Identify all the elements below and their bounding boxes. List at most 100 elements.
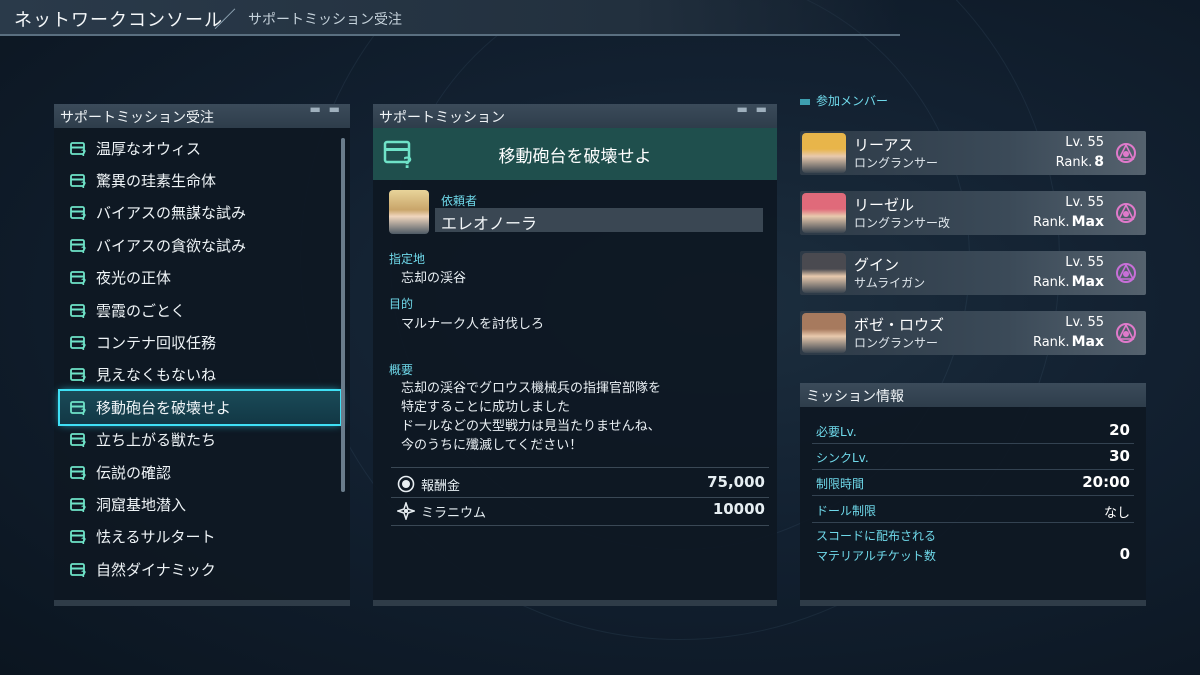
- mission-list-item-label: コンテナ回収任務: [96, 334, 217, 353]
- party-member-card[interactable]: グイン サムライガン Lv. 55 Rank. Max: [800, 251, 1146, 295]
- mission-list-item-label: 見えなくもないね: [96, 366, 217, 385]
- objective-value: マルナーク人を討伐しろ: [401, 317, 545, 332]
- mission-list-item-label: 驚異の珪素生命体: [96, 172, 217, 191]
- mission-list-item[interactable]: ? 見えなくもないね: [60, 359, 340, 391]
- mission-list-item[interactable]: ? バイアスの貪欲な試み: [60, 229, 340, 261]
- mission-list-item-label: 移動砲台を破壊せよ: [96, 398, 232, 417]
- mission-list-item[interactable]: ? 雲霞のごとく: [60, 294, 340, 326]
- mission-list-item-label: 自然ダイナミック: [96, 560, 216, 579]
- party-member-card[interactable]: リーアス ロングランサー Lv. 55 Rank. 8: [800, 131, 1146, 175]
- member-class: ロングランサー: [854, 156, 939, 170]
- client-label: 依頼者: [441, 194, 478, 208]
- summary-line: ドールなどの大型戦力は見当たりませんね、: [401, 419, 661, 434]
- objective-label: 目的: [389, 297, 414, 311]
- scrollbar-thumb[interactable]: [341, 138, 345, 492]
- header-bar: ネットワークコンソール ／ サポートミッション受注: [0, 0, 900, 36]
- svg-text:?: ?: [81, 246, 86, 253]
- mission-list-item[interactable]: ? 自然ダイナミック: [60, 553, 340, 585]
- mission-list-item-label: バイアスの無謀な試み: [96, 204, 247, 223]
- svg-text:?: ?: [81, 537, 86, 544]
- svg-text:?: ?: [81, 149, 86, 156]
- mission-list-panel: サポートミッション受注 ▬ ▬ ? 温厚なオウィス? 驚異の珪素生命体? バイアスの無…: [54, 102, 350, 606]
- mission-title: 移動砲台を破壊せよ: [498, 147, 652, 167]
- mission-chest-icon: ?: [70, 562, 86, 577]
- member-level: Lv. 55: [1065, 315, 1104, 330]
- reward-miranium-value: 10000: [712, 500, 765, 518]
- info-row-sync-level: シンクLv. 30: [816, 447, 1130, 465]
- party-member-card[interactable]: ボゼ・ロウズ ロングランサー Lv. 55 Rank. Max: [800, 311, 1146, 355]
- mission-chest-icon: ?: [70, 271, 86, 285]
- svg-text:?: ?: [81, 278, 86, 285]
- mission-list-item[interactable]: ? 伝説の確認: [60, 456, 340, 488]
- location-label: 指定地: [389, 252, 426, 266]
- mission-list-item[interactable]: ? バイアスの無謀な試み: [60, 197, 340, 229]
- reward-miranium-label: ミラニウム: [421, 506, 487, 521]
- mission-list-item[interactable]: ? 洞窟基地潜入: [60, 488, 340, 520]
- member-class: サムライガン: [854, 276, 926, 290]
- member-name: リーゼル: [854, 196, 915, 214]
- reward-money-value: 75,000: [707, 473, 765, 491]
- reward-miranium-row: ミラニウム 10000: [395, 498, 765, 524]
- mission-chest-icon: ?: [70, 238, 86, 253]
- panel-title: サポートミッション: [379, 110, 505, 126]
- info-row-time-limit: 制限時間 20:00: [816, 473, 1130, 491]
- summary-line: 忘却の渓谷でグロウス機械兵の指揮官部隊を: [401, 381, 662, 396]
- mission-list-item[interactable]: ? 立ち上がる獣たち: [60, 424, 340, 456]
- info-row-material-tickets: スコードに配布される マテリアルチケット数 0: [816, 529, 1130, 563]
- svg-text:?: ?: [81, 343, 86, 350]
- panel-header: サポートミッション受注 ▬ ▬: [54, 102, 350, 128]
- reward-money-row: 報酬金 75,000: [395, 471, 765, 497]
- panel-title: サポートミッション受注: [60, 110, 214, 126]
- mission-info-panel: ミッション情報 必要Lv. 20 シンクLv. 30 制限時間 20:00 ドール制限…: [800, 383, 1146, 606]
- info-row-doll-restriction: ドール制限 なし: [816, 504, 1130, 521]
- info-row-required-level: 必要Lv. 20: [816, 421, 1130, 439]
- mission-title-bar: ? 移動砲台を破壊せよ: [373, 128, 777, 180]
- class-emblem-icon: [1116, 263, 1136, 283]
- mission-list-item[interactable]: ? 温厚なオウィス: [60, 132, 340, 164]
- svg-text:?: ?: [81, 570, 86, 577]
- mission-list-item[interactable]: ? 夜光の正体: [60, 262, 340, 294]
- mission-chest-icon: ?: [70, 433, 86, 447]
- breadcrumb-separator: ／: [214, 8, 237, 33]
- client-portrait: [389, 190, 429, 234]
- scrollbar[interactable]: [341, 138, 345, 492]
- reward-coin-icon: [397, 475, 415, 493]
- mission-list-item[interactable]: ? 驚異の珪素生命体: [60, 164, 340, 196]
- mission-list: ? 温厚なオウィス? 驚異の珪素生命体? バイアスの無謀な試み ? バイアスの貪欲な試み?…: [58, 132, 342, 585]
- members-label: 参加メンバー: [800, 92, 888, 109]
- mission-list-item[interactable]: ? 怯えるサルタート: [60, 521, 340, 553]
- mission-chest-icon: ?: [70, 303, 86, 318]
- reward-money-label: 報酬金: [421, 479, 461, 494]
- summary-line: 今のうちに殲滅してください！: [401, 438, 583, 453]
- avatar: [802, 193, 846, 233]
- mission-chest-icon: ?: [70, 206, 86, 220]
- panel-title: ミッション情報: [806, 389, 904, 405]
- member-class: ロングランサー改: [854, 216, 951, 230]
- svg-text:?: ?: [81, 440, 86, 447]
- client-name: エレオノーラ: [435, 208, 763, 233]
- member-name: ボゼ・ロウズ: [854, 316, 945, 334]
- mission-chest-icon: ?: [70, 465, 86, 480]
- panel-header: サポートミッション ▬ ▬: [373, 102, 777, 128]
- location-value: 忘却の渓谷: [401, 271, 467, 286]
- avatar: [802, 133, 846, 173]
- avatar: [802, 313, 846, 353]
- mission-list-item[interactable]: ? 移動砲台を破壊せよ: [58, 389, 342, 426]
- class-emblem-icon: [1116, 143, 1136, 163]
- mission-chest-icon: ?: [70, 400, 86, 415]
- svg-text:?: ?: [81, 181, 86, 188]
- mission-list-item-label: 立ち上がる獣たち: [96, 431, 217, 450]
- member-rank: Rank. Max: [1032, 274, 1104, 290]
- party-member-card[interactable]: リーゼルロングランサー改 Lv. 55 Rank. Max: [800, 191, 1146, 235]
- member-level: Lv. 55: [1065, 195, 1104, 210]
- svg-text:?: ?: [81, 213, 86, 220]
- mission-chest-icon: ?: [70, 336, 86, 350]
- svg-text:?: ?: [81, 311, 86, 318]
- mission-list-item-label: 雲霞のごとく: [96, 301, 186, 320]
- miranium-icon: [397, 502, 415, 520]
- member-class: ロングランサー: [854, 336, 939, 350]
- member-rank: Rank. Max: [1032, 214, 1104, 230]
- mission-detail-panel: サポートミッション ▬ ▬ ? 移動砲台を破壊せよ 依頼者 エレオノーラ 指定地…: [373, 102, 777, 606]
- mission-chest-icon: ?: [70, 498, 86, 512]
- mission-list-item[interactable]: ? コンテナ回収任務: [60, 326, 340, 358]
